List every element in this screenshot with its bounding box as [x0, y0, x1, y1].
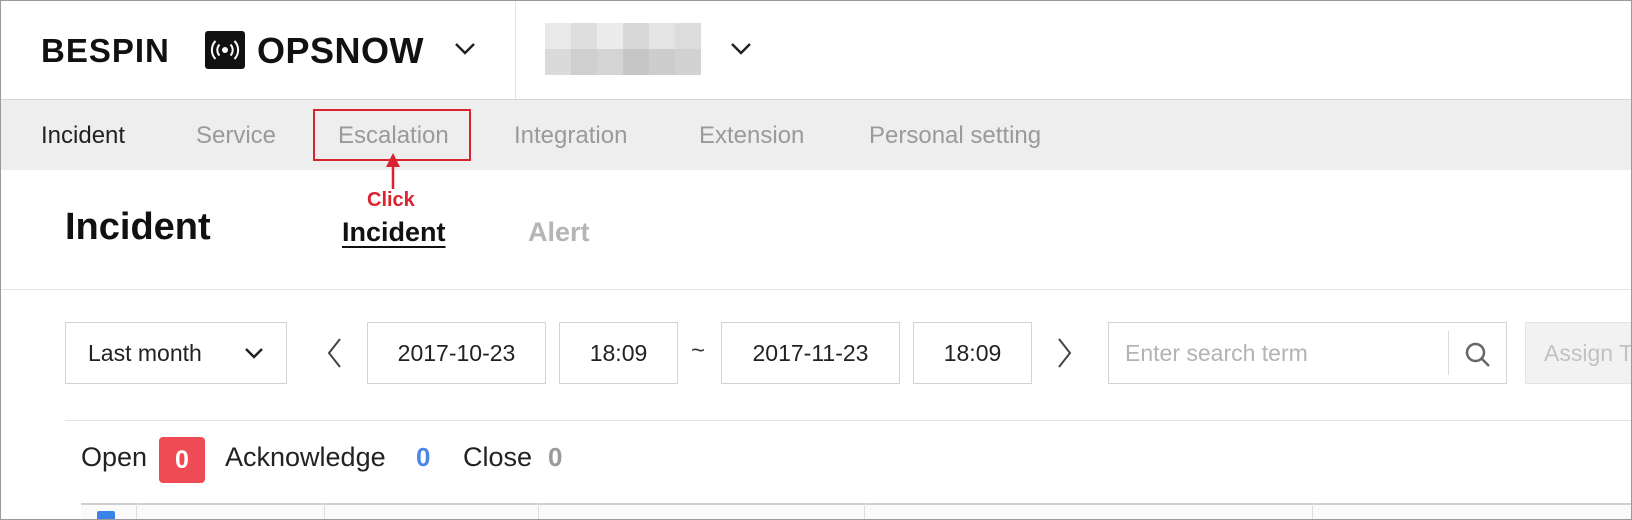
tab-alert[interactable]: Alert [528, 217, 590, 248]
account-selector-blurred[interactable] [545, 23, 717, 75]
main-nav: Incident Service Escalation Integration … [1, 99, 1631, 170]
period-select[interactable]: Last month [65, 322, 287, 384]
tab-incident[interactable]: Incident [342, 217, 446, 248]
status-close-count[interactable]: 0 [548, 442, 562, 473]
broadcast-icon [205, 31, 245, 69]
top-header: BESPIN OPSNOW [1, 1, 1631, 99]
period-value: Last month [88, 340, 202, 366]
search-divider [1448, 331, 1449, 375]
header-divider [515, 1, 516, 99]
column-divider [324, 503, 325, 519]
nav-item-service[interactable]: Service [196, 122, 276, 150]
divider [1, 289, 1631, 290]
divider [65, 420, 1631, 421]
chevron-down-icon [245, 348, 263, 359]
nav-item-incident[interactable]: Incident [41, 122, 125, 150]
chevron-left-icon[interactable] [326, 337, 344, 369]
start-time-field[interactable]: 18:09 [559, 322, 678, 384]
click-annotation: Click [367, 189, 415, 211]
end-date-field[interactable]: 2017-11-23 [721, 322, 900, 384]
start-date-field[interactable]: 2017-10-23 [367, 322, 546, 384]
brand-logo[interactable]: BESPIN [41, 32, 170, 70]
chevron-down-icon[interactable] [453, 41, 477, 57]
chevron-down-icon[interactable] [729, 41, 753, 57]
column-divider [538, 503, 539, 519]
range-separator: ~ [691, 337, 706, 364]
column-divider [864, 503, 865, 519]
incident-table-header [81, 503, 1631, 519]
nav-item-personal-setting[interactable]: Personal setting [869, 122, 1041, 150]
arrow-up-icon [386, 153, 400, 189]
chevron-right-icon[interactable] [1055, 337, 1073, 369]
status-open-label[interactable]: Open [81, 442, 147, 473]
app-window: BESPIN OPSNOW Incident Service Escalatio… [0, 0, 1632, 520]
nav-item-integration[interactable]: Integration [514, 122, 627, 150]
status-close-label[interactable]: Close [463, 442, 532, 473]
column-divider [1312, 503, 1313, 519]
nav-item-extension[interactable]: Extension [699, 122, 804, 150]
status-acknowledge-count[interactable]: 0 [416, 442, 430, 473]
product-name[interactable]: OPSNOW [257, 30, 424, 72]
column-divider [136, 503, 137, 519]
assign-button[interactable]: Assign T [1525, 322, 1631, 384]
end-time-field[interactable]: 18:09 [913, 322, 1032, 384]
status-acknowledge-label[interactable]: Acknowledge [225, 442, 386, 473]
page-title: Incident [65, 206, 211, 248]
search-icon[interactable] [1464, 341, 1492, 369]
status-open-count[interactable]: 0 [159, 437, 205, 483]
select-all-checkbox[interactable] [97, 511, 115, 519]
